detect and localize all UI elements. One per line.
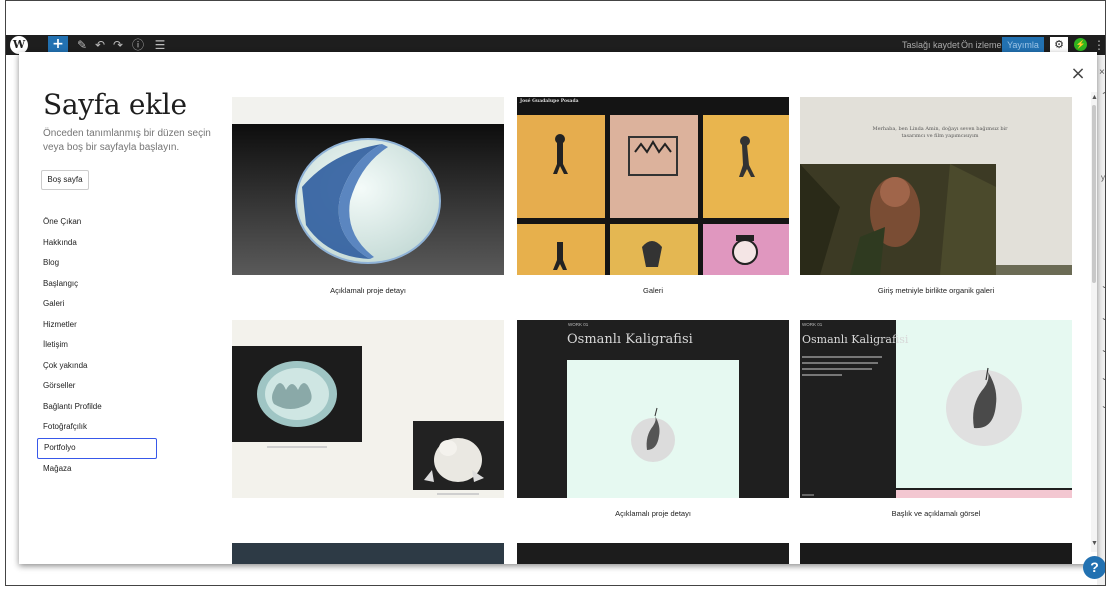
plate-image: [232, 124, 504, 275]
blank-page-button[interactable]: Boş sayfa: [41, 170, 89, 190]
settings-gear-icon[interactable]: ⚙: [1050, 37, 1068, 53]
panel-chevron-icon: ⌄: [1101, 345, 1105, 354]
preview-button[interactable]: Ön izleme: [961, 38, 1002, 52]
publish-button[interactable]: Yayımla: [1002, 37, 1044, 53]
category-list: Öne Çıkan Hakkında Blog Başlangıç Galeri…: [37, 212, 157, 480]
panel-chevron-icon: ⌄: [1101, 281, 1105, 290]
project-heading: Osmanlı Kaligrafisi: [567, 332, 693, 347]
organic-gallery-image: [800, 164, 1072, 275]
work-label: WORK 01: [802, 322, 823, 327]
category-item-photography[interactable]: Fotoğrafçılık: [37, 417, 147, 438]
modal-description: Önceden tanımlanmış bir düzen seçin veya…: [43, 128, 211, 153]
modal-sidebar: Sayfa ekle Önceden tanımlanmış bir düzen…: [19, 52, 219, 564]
scroll-down-icon[interactable]: ▼: [1091, 540, 1097, 547]
save-draft-button[interactable]: Taslağı kaydet: [902, 38, 960, 52]
pattern-preview-two-images[interactable]: [232, 320, 504, 498]
pattern-preview-heading-image[interactable]: WORK 01 Osmanlı Kaligrafisi: [800, 320, 1072, 498]
category-item-portfolio[interactable]: Portfolyo: [37, 437, 157, 459]
panel-chevron-icon: ⌃: [1101, 91, 1105, 100]
category-item-start[interactable]: Başlangıç: [37, 274, 147, 295]
gallery-image-grid: [517, 115, 789, 275]
gallery-header-text: José Guadalupe Posada: [520, 99, 579, 104]
organic-gallery-intro: Merhaba, ben Linda Amin, doğayı seven ba…: [872, 126, 1008, 139]
pattern-caption: Açıklamalı proje detayı: [330, 286, 406, 295]
project-heading: Osmanlı Kaligrafisi: [802, 333, 909, 346]
pattern-preview-gallery[interactable]: José Guadalupe Posada: [517, 97, 789, 275]
scrollbar-thumb[interactable]: [1092, 105, 1096, 283]
heading-image-preview: [802, 320, 1072, 498]
category-item-contact[interactable]: İletişim: [37, 335, 147, 356]
close-icon[interactable]: ×: [1069, 65, 1087, 83]
pattern-preview-organic-gallery[interactable]: Merhaba, ben Linda Amin, doğayı seven ba…: [800, 97, 1072, 275]
category-item-link-in-bio[interactable]: Bağlantı Profilde: [37, 397, 147, 418]
pattern-caption: Giriş metniyle birlikte organik galeri: [877, 286, 995, 295]
category-item-images[interactable]: Görseller: [37, 376, 147, 397]
panel-close-icon[interactable]: ×: [1099, 67, 1105, 78]
pattern-preview-project-detail[interactable]: [232, 97, 504, 275]
panel-chevron-icon: ⌄: [1101, 313, 1105, 322]
pattern-preview-calligraphy-detail[interactable]: WORK 01 Osmanlı Kaligrafisi: [517, 320, 789, 498]
add-page-modal: × Sayfa ekle Önceden tanımlanmış bir düz…: [19, 52, 1097, 564]
pattern-caption: Açıklamalı proje detayı: [615, 509, 691, 518]
work-label: WORK 01: [568, 322, 589, 327]
pattern-preview-partial[interactable]: [800, 543, 1072, 564]
category-item-store[interactable]: Mağaza: [37, 459, 147, 480]
pattern-caption: Başlık ve açıklamalı görsel: [891, 509, 981, 518]
jetpack-icon[interactable]: ⚡: [1074, 38, 1087, 51]
panel-chevron-icon: ⌄: [1101, 373, 1105, 382]
panel-chevron-icon: ⌄: [1101, 401, 1105, 410]
modal-title: Sayfa ekle: [43, 88, 187, 121]
browser-frame: W + ✎ ↶ ↷ ⓘ ☰ Taslağı kaydet Ön izleme Y…: [5, 0, 1106, 586]
pattern-caption: Galeri: [642, 286, 663, 295]
category-item-featured[interactable]: Öne Çıkan: [37, 212, 147, 233]
category-item-about[interactable]: Hakkında: [37, 233, 147, 254]
help-icon[interactable]: ?: [1083, 556, 1105, 579]
category-item-gallery[interactable]: Galeri: [37, 294, 147, 315]
category-item-blog[interactable]: Blog: [37, 253, 147, 274]
category-item-coming-soon[interactable]: Çok yakında: [37, 356, 147, 377]
pattern-preview-partial[interactable]: [517, 543, 789, 564]
two-images-preview: [232, 346, 504, 495]
pattern-preview-partial[interactable]: [232, 543, 504, 564]
category-item-services[interactable]: Hizmetler: [37, 315, 147, 336]
scroll-up-icon[interactable]: ▲: [1091, 94, 1097, 101]
panel-text-fragment-icon: y: [1101, 173, 1105, 182]
